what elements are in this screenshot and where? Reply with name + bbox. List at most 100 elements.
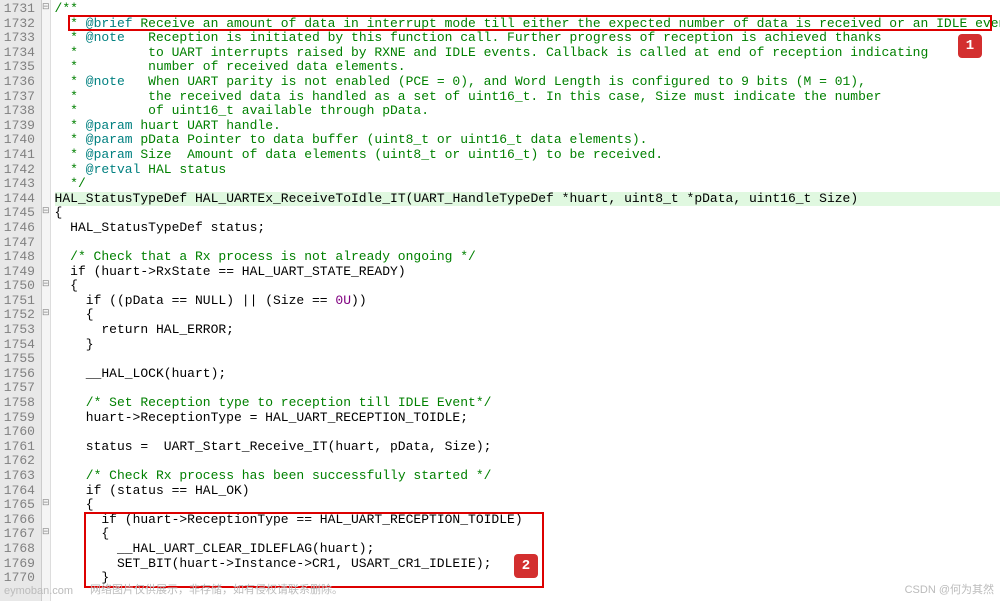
line-number: 1760: [2, 425, 35, 440]
fold-marker: [42, 336, 50, 351]
fold-marker: [42, 58, 50, 73]
fold-marker[interactable]: ⊟: [42, 277, 50, 292]
line-number: 1738: [2, 104, 35, 119]
code-line[interactable]: */: [55, 177, 1000, 192]
fold-marker: [42, 117, 50, 132]
line-number: 1755: [2, 352, 35, 367]
fold-marker: [42, 350, 50, 365]
code-line[interactable]: /* Set Reception type to reception till …: [55, 396, 1000, 411]
line-number: 1748: [2, 250, 35, 265]
fold-marker: [42, 88, 50, 103]
fold-marker[interactable]: ⊟: [42, 0, 50, 15]
code-line[interactable]: [55, 425, 1000, 440]
code-line[interactable]: }: [55, 338, 1000, 353]
line-number: 1731: [2, 2, 35, 17]
fold-marker: [42, 452, 50, 467]
line-number: 1768: [2, 542, 35, 557]
fold-marker: [42, 467, 50, 482]
code-line[interactable]: [55, 352, 1000, 367]
line-number: 1770: [2, 571, 35, 586]
code-area[interactable]: /** * @brief Receive an amount of data i…: [51, 0, 1000, 601]
code-editor: 1731173217331734173517361737173817391740…: [0, 0, 1000, 601]
fold-marker: [42, 409, 50, 424]
fold-marker: [42, 131, 50, 146]
line-number: 1757: [2, 381, 35, 396]
fold-marker: [42, 540, 50, 555]
line-number: 1753: [2, 323, 35, 338]
code-line[interactable]: * @param Size Amount of data elements (u…: [55, 148, 1000, 163]
code-line[interactable]: * to UART interrupts raised by RXNE and …: [55, 46, 1000, 61]
fold-marker: [42, 292, 50, 307]
code-line[interactable]: /* Check that a Rx process is not alread…: [55, 250, 1000, 265]
fold-marker[interactable]: ⊟: [42, 496, 50, 511]
fold-marker[interactable]: ⊟: [42, 204, 50, 219]
code-line[interactable]: [55, 381, 1000, 396]
line-number: 1747: [2, 236, 35, 251]
line-number: 1758: [2, 396, 35, 411]
code-line[interactable]: * @param huart UART handle.: [55, 119, 1000, 134]
code-line[interactable]: * number of received data elements.: [55, 60, 1000, 75]
watermark-center: 网络图片仅供展示，非存储，如有侵权请联系删除。: [90, 581, 343, 597]
fold-marker: [42, 394, 50, 409]
code-line[interactable]: if ((pData == NULL) || (Size == 0U)): [55, 294, 1000, 309]
fold-marker: [42, 161, 50, 176]
annotation-badge-1: 1: [958, 34, 982, 58]
fold-marker: [42, 44, 50, 59]
fold-marker: [42, 379, 50, 394]
code-line[interactable]: * @retval HAL status: [55, 163, 1000, 178]
code-line[interactable]: return HAL_ERROR;: [55, 323, 1000, 338]
code-line[interactable]: HAL_StatusTypeDef status;: [55, 221, 1000, 236]
code-line[interactable]: HAL_StatusTypeDef HAL_UARTEx_ReceiveToId…: [55, 192, 1000, 207]
code-line[interactable]: * of uint16_t available through pData.: [55, 104, 1000, 119]
line-number: 1756: [2, 367, 35, 382]
code-line[interactable]: * @param pData Pointer to data buffer (u…: [55, 133, 1000, 148]
fold-marker: [42, 569, 50, 584]
code-line[interactable]: __HAL_LOCK(huart);: [55, 367, 1000, 382]
fold-marker: [42, 511, 50, 526]
line-number: 1767: [2, 527, 35, 542]
code-line[interactable]: {: [55, 308, 1000, 323]
fold-marker: [42, 175, 50, 190]
code-line[interactable]: huart->ReceptionType = HAL_UART_RECEPTIO…: [55, 411, 1000, 426]
code-line[interactable]: {: [55, 206, 1000, 221]
code-line[interactable]: * the received data is handled as a set …: [55, 90, 1000, 105]
fold-marker: [42, 555, 50, 570]
code-line[interactable]: * @note When UART parity is not enabled …: [55, 75, 1000, 90]
code-line[interactable]: {: [55, 498, 1000, 513]
code-line[interactable]: {: [55, 279, 1000, 294]
line-number: 1759: [2, 411, 35, 426]
code-line[interactable]: [55, 454, 1000, 469]
fold-marker: [42, 234, 50, 249]
line-number: 1741: [2, 148, 35, 163]
fold-marker[interactable]: ⊟: [42, 525, 50, 540]
line-number: 1763: [2, 469, 35, 484]
line-number: 1749: [2, 265, 35, 280]
line-number: 1765: [2, 498, 35, 513]
fold-marker: [42, 321, 50, 336]
line-number: 1750: [2, 279, 35, 294]
fold-marker: [42, 190, 50, 205]
line-number: 1742: [2, 163, 35, 178]
fold-marker: [42, 482, 50, 497]
line-number: 1734: [2, 46, 35, 61]
code-line[interactable]: * @note Reception is initiated by this f…: [55, 31, 1000, 46]
line-number: 1746: [2, 221, 35, 236]
line-number: 1737: [2, 90, 35, 105]
code-line[interactable]: if (status == HAL_OK): [55, 484, 1000, 499]
line-number: 1764: [2, 484, 35, 499]
fold-marker: [42, 263, 50, 278]
fold-marker: [42, 365, 50, 380]
fold-marker: [42, 15, 50, 30]
code-line[interactable]: /* Check Rx process has been successfull…: [55, 469, 1000, 484]
code-line[interactable]: status = UART_Start_Receive_IT(huart, pD…: [55, 440, 1000, 455]
fold-column: ⊟ ⊟ ⊟ ⊟ ⊟ ⊟: [42, 0, 51, 601]
code-line[interactable]: if (huart->RxState == HAL_UART_STATE_REA…: [55, 265, 1000, 280]
fold-marker: [42, 438, 50, 453]
line-number: 1733: [2, 31, 35, 46]
annotation-box-1: [68, 15, 992, 31]
line-number: 1761: [2, 440, 35, 455]
fold-marker[interactable]: ⊟: [42, 306, 50, 321]
line-number-gutter: 1731173217331734173517361737173817391740…: [0, 0, 42, 601]
code-line[interactable]: [55, 236, 1000, 251]
line-number: 1736: [2, 75, 35, 90]
